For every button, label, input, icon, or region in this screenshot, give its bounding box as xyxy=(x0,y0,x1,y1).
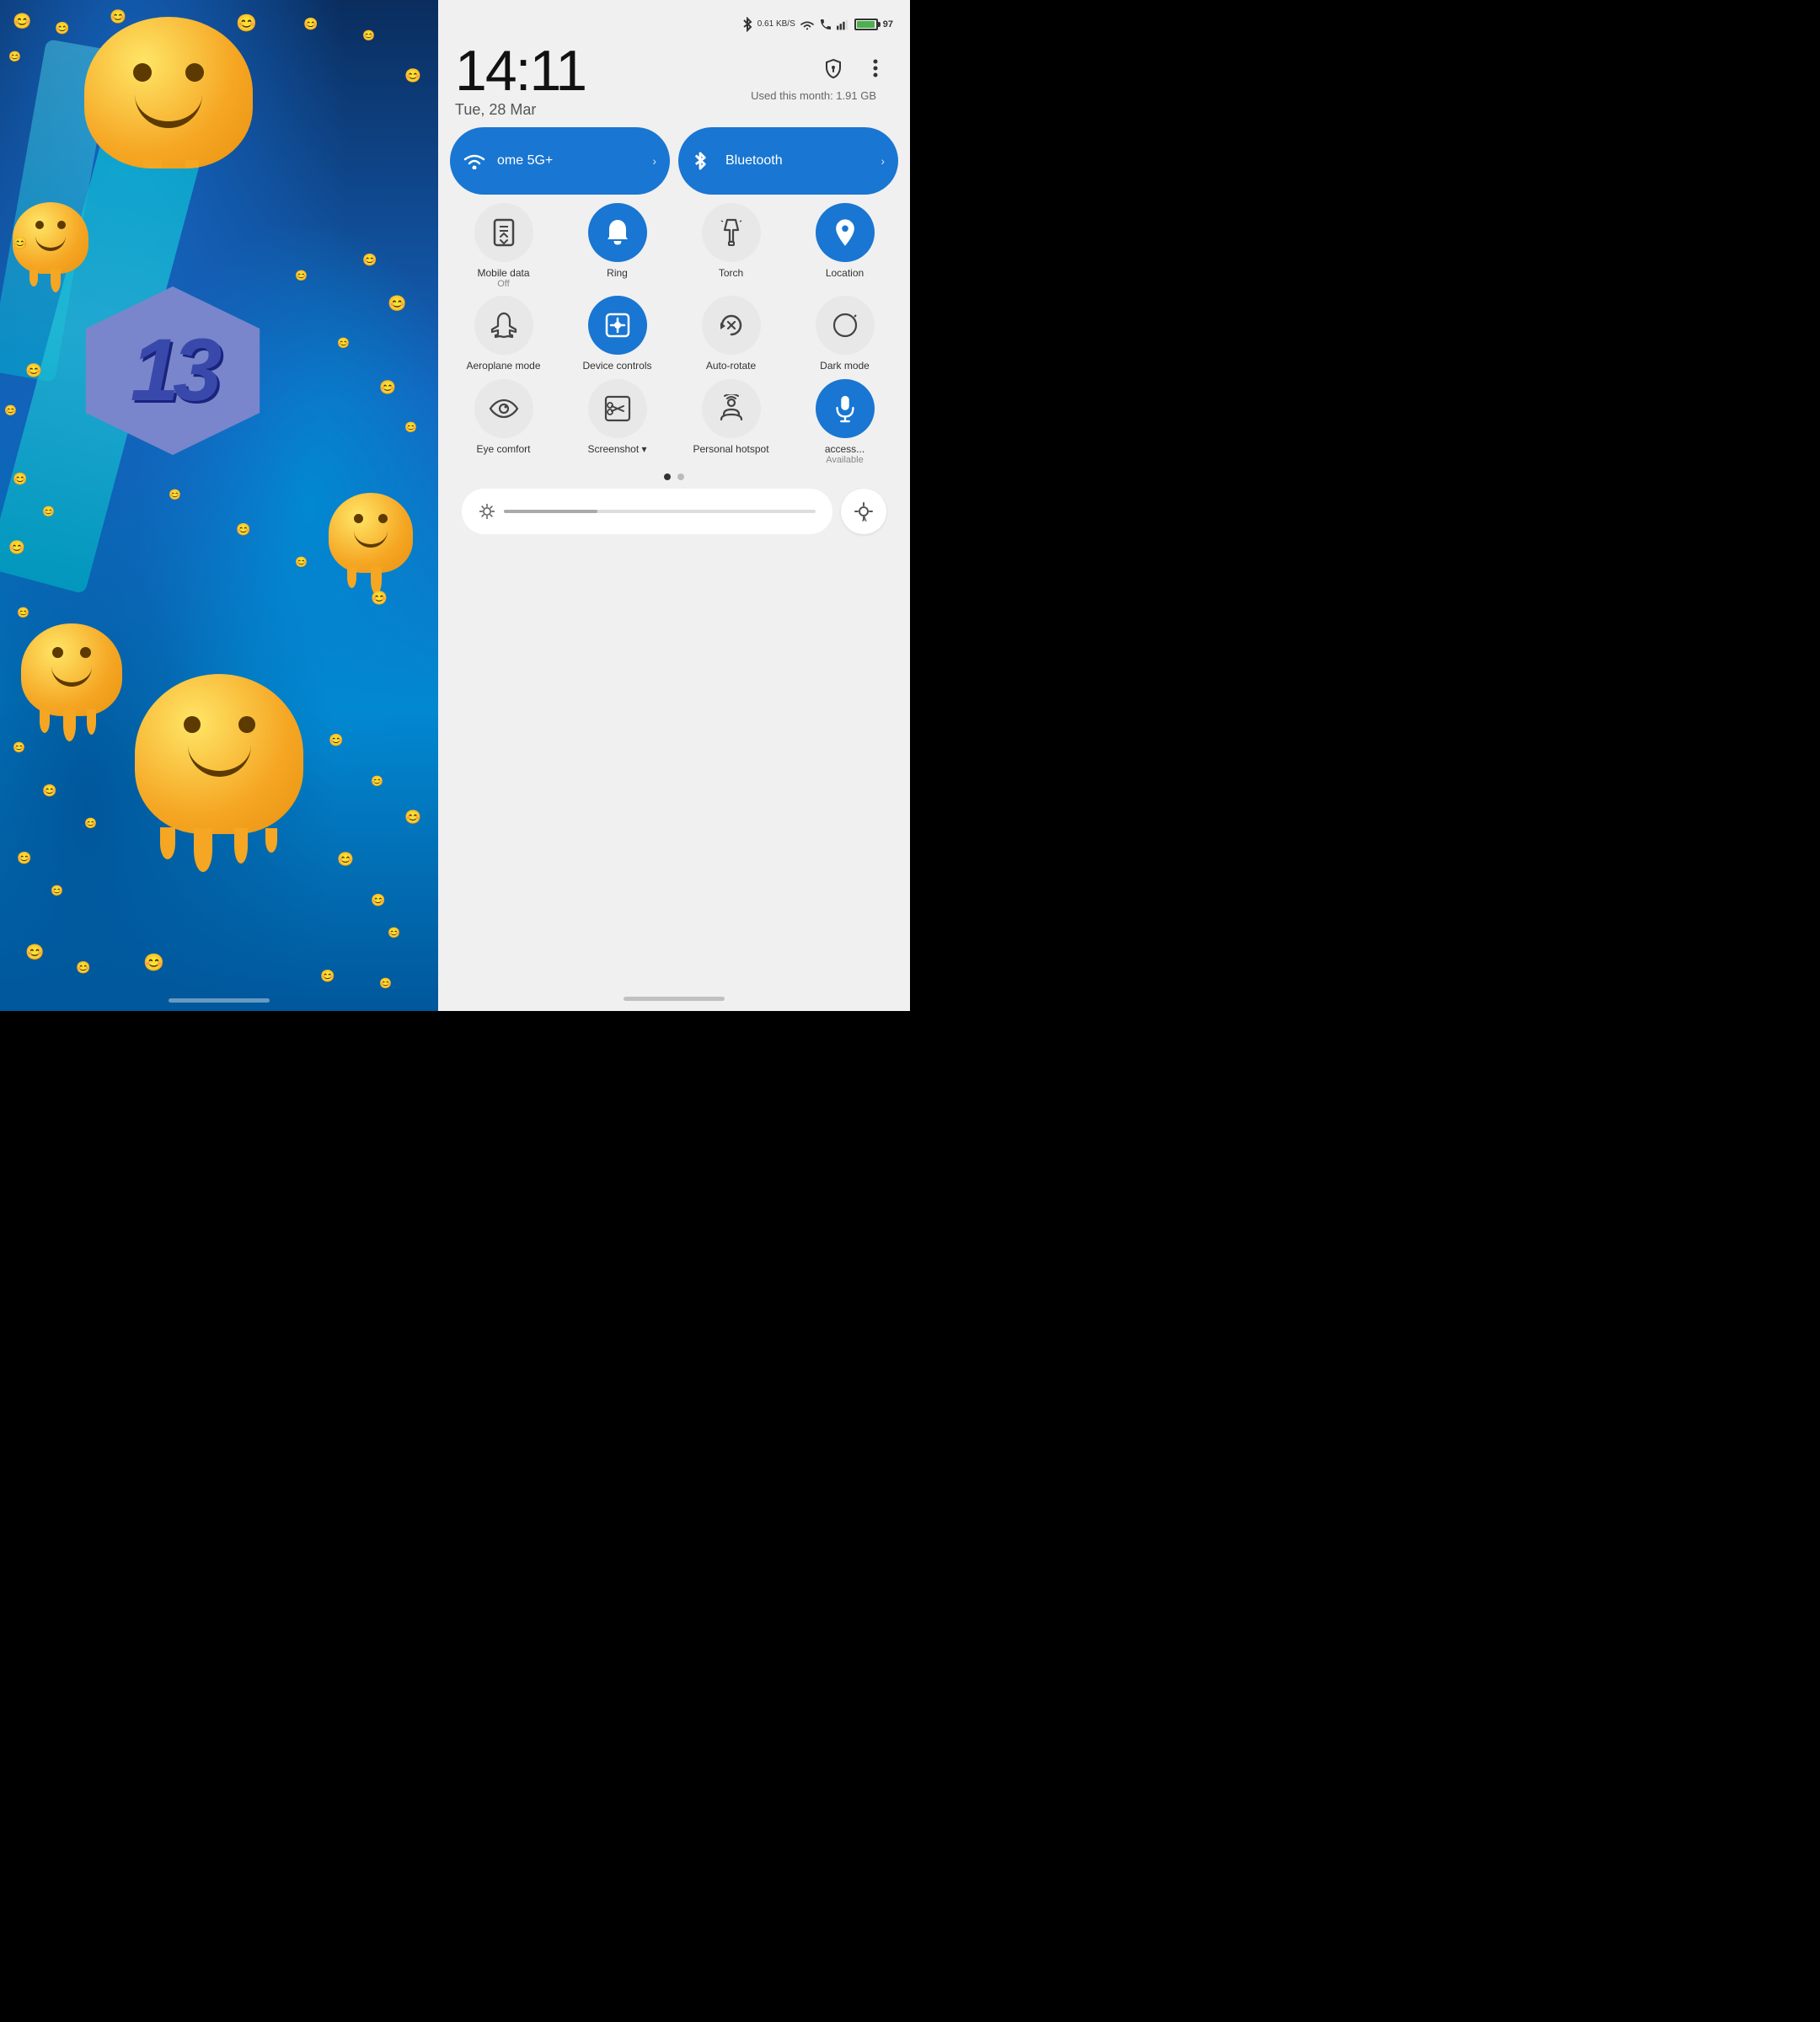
device-controls-icon-circle xyxy=(588,296,647,355)
bluetooth-arrow-icon: › xyxy=(881,154,885,168)
svg-text:A: A xyxy=(862,516,867,522)
dark-mode-tile[interactable]: Dark mode xyxy=(791,296,898,372)
mobile-data-label: Mobile data xyxy=(477,267,529,279)
clock: 14:11 xyxy=(455,42,586,99)
page-dot-1 xyxy=(664,473,671,480)
personal-hotspot-icon-circle xyxy=(702,379,761,438)
battery-percentage: 97 xyxy=(883,19,893,29)
torch-label: Torch xyxy=(719,267,743,279)
eye-comfort-icon-circle xyxy=(474,379,533,438)
header: 14:11 Tue, 28 Mar xyxy=(438,38,910,127)
mobile-data-tile[interactable]: Mobile data Off xyxy=(450,203,557,289)
home-indicator-right xyxy=(624,997,725,1001)
tiles-grid: Mobile data Off Ring xyxy=(450,203,898,465)
accessibility-label: access... xyxy=(825,443,864,455)
dark-mode-icon-circle xyxy=(816,296,875,355)
location-label: Location xyxy=(826,267,864,279)
aeroplane-label: Aeroplane mode xyxy=(466,360,540,372)
shield-icon xyxy=(823,58,843,78)
auto-rotate-tile[interactable]: Auto-rotate xyxy=(677,296,784,372)
device-controls-label: Device controls xyxy=(582,360,651,372)
ring-label: Ring xyxy=(607,267,628,279)
brightness-section: A xyxy=(450,489,898,534)
mobile-data-sublabel: Off xyxy=(477,279,529,289)
dark-mode-label: Dark mode xyxy=(820,360,870,372)
accessibility-sublabel: Available xyxy=(825,455,864,465)
eye-comfort-label: Eye comfort xyxy=(476,443,530,455)
top-tiles-row: ome 5G+ › Bluetooth › xyxy=(450,127,898,195)
brightness-slider[interactable] xyxy=(462,489,832,534)
page-indicators xyxy=(450,473,898,480)
brightness-min-icon xyxy=(479,503,495,520)
brightness-fill xyxy=(504,510,597,513)
data-usage: Used this month: 1.91 GB xyxy=(751,89,893,102)
screenshot-tile[interactable]: Screenshot ▾ xyxy=(564,379,671,465)
device-controls-tile[interactable]: Device controls xyxy=(564,296,671,372)
aeroplane-icon-circle xyxy=(474,296,533,355)
date: Tue, 28 Mar xyxy=(455,101,586,119)
torch-tile[interactable]: Torch xyxy=(677,203,784,289)
screenshot-label: Screenshot ▾ xyxy=(587,443,646,455)
ring-tile[interactable]: Ring xyxy=(564,203,671,289)
bluetooth-label: Bluetooth xyxy=(725,153,872,168)
ring-icon-circle xyxy=(588,203,647,262)
settings-button[interactable] xyxy=(816,51,851,86)
battery-indicator: 97 xyxy=(854,19,893,30)
mobile-data-icon-circle xyxy=(474,203,533,262)
wallpaper-panel: 😊 😊 😊 😊 😊 😊 😊 😊 😊 xyxy=(0,0,438,1011)
signal-icon xyxy=(837,19,850,30)
accessibility-tile[interactable]: access... Available xyxy=(791,379,898,465)
location-tile[interactable]: Location xyxy=(791,203,898,289)
torch-icon-circle xyxy=(702,203,761,262)
home-indicator-left xyxy=(169,998,270,1003)
wifi-label: ome 5G+ xyxy=(497,153,644,168)
time-date: 14:11 Tue, 28 Mar xyxy=(455,42,586,119)
bluetooth-status-icon xyxy=(741,17,753,32)
quick-settings-panel: 0.61 KB/S 97 xyxy=(438,0,910,1011)
bluetooth-tile[interactable]: Bluetooth › xyxy=(678,127,898,195)
bluetooth-tile-icon xyxy=(692,150,717,172)
wifi-arrow-icon: › xyxy=(652,154,656,168)
accessibility-icon-circle xyxy=(816,379,875,438)
wifi-status-icon xyxy=(800,19,815,30)
aeroplane-tile[interactable]: Aeroplane mode xyxy=(450,296,557,372)
brightness-track[interactable] xyxy=(504,510,816,513)
location-icon-circle xyxy=(816,203,875,262)
eye-comfort-tile[interactable]: Eye comfort xyxy=(450,379,557,465)
quick-tiles-section: ome 5G+ › Bluetooth › xyxy=(438,127,910,534)
status-icons: 0.61 KB/S 97 xyxy=(741,17,893,32)
call-status-icon xyxy=(819,18,832,31)
auto-rotate-icon-circle xyxy=(702,296,761,355)
more-options-icon xyxy=(873,59,878,78)
auto-rotate-label: Auto-rotate xyxy=(706,360,756,372)
personal-hotspot-tile[interactable]: Personal hotspot xyxy=(677,379,784,465)
header-actions: Used this month: 1.91 GB xyxy=(751,42,893,112)
status-bar: 0.61 KB/S 97 xyxy=(438,0,910,38)
network-speed: 0.61 KB/S xyxy=(757,19,795,29)
screenshot-icon-circle xyxy=(588,379,647,438)
personal-hotspot-label: Personal hotspot xyxy=(693,443,768,455)
wifi-icon xyxy=(463,152,489,169)
menu-button[interactable] xyxy=(858,51,893,86)
page-dot-2 xyxy=(677,473,684,480)
brightness-auto-icon: A xyxy=(854,501,874,522)
wifi-tile[interactable]: ome 5G+ › xyxy=(450,127,670,195)
brightness-auto-button[interactable]: A xyxy=(841,489,886,534)
